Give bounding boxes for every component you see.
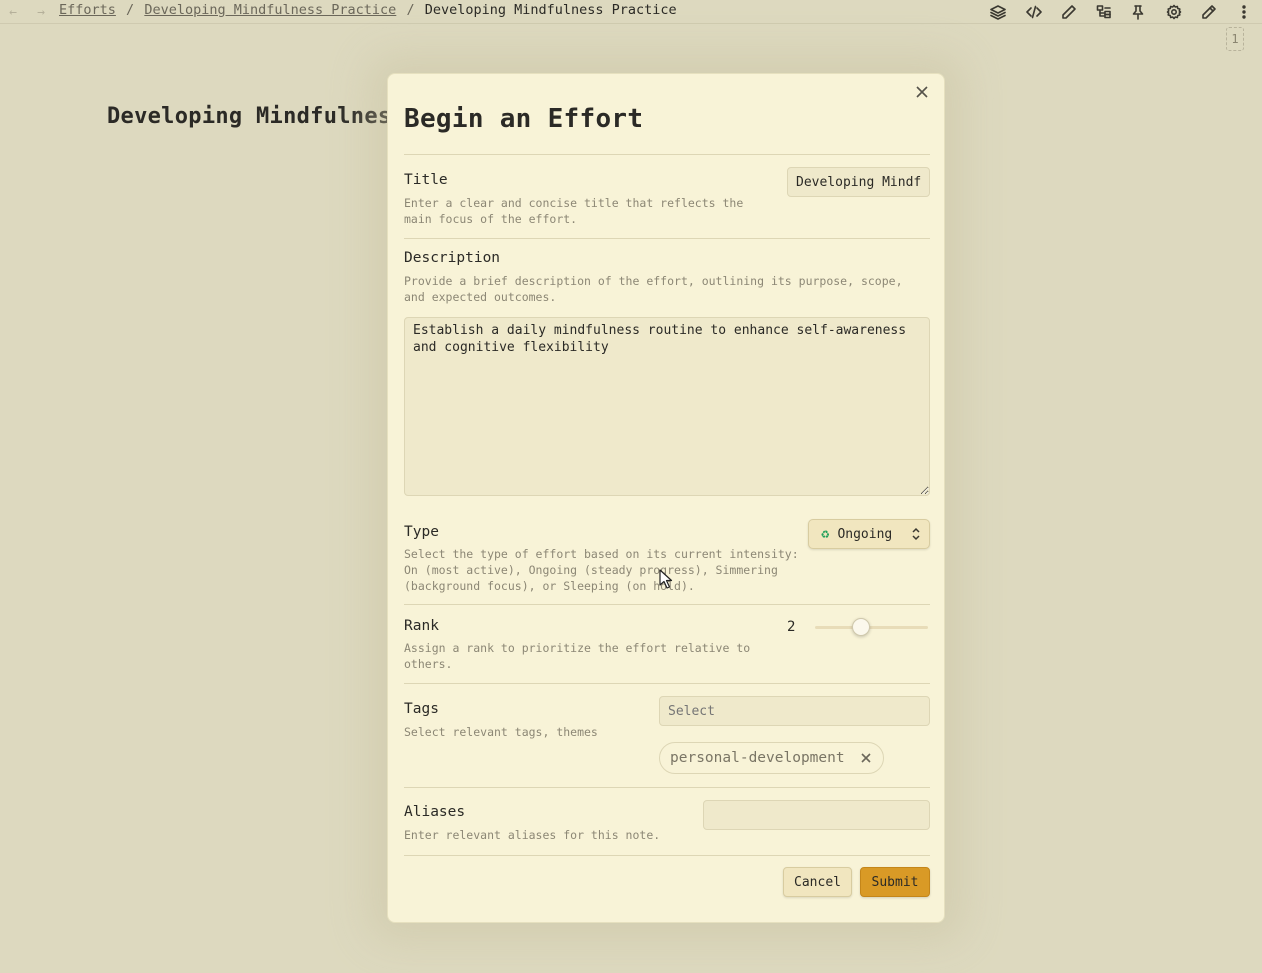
description-help: Provide a brief description of the effor…: [404, 274, 903, 304]
pencil-icon[interactable]: [1058, 1, 1080, 23]
more-vertical-icon[interactable]: [1233, 1, 1255, 23]
tag-label: personal-development: [670, 750, 845, 766]
title-description: Enter a clear and concise title that ref…: [404, 196, 744, 226]
tags-description: Select relevant tags, themes: [404, 725, 598, 739]
modal-title: Begin an Effort: [404, 104, 644, 134]
tag-pill: personal-development: [659, 742, 884, 774]
close-icon[interactable]: [912, 82, 932, 102]
top-bar: ← → Efforts / Developing Mindfulness Pra…: [0, 0, 1262, 24]
tags-label: Tags: [404, 701, 439, 717]
breadcrumb: Efforts / Developing Mindfulness Practic…: [59, 2, 677, 18]
back-arrow-icon[interactable]: ←: [3, 2, 23, 22]
divider: [404, 787, 930, 788]
page-counter: 1: [1226, 27, 1244, 51]
aliases-input[interactable]: [703, 800, 930, 830]
layers-icon[interactable]: [987, 1, 1009, 23]
mouse-cursor-icon: [659, 569, 673, 589]
breadcrumb-separator: /: [406, 2, 415, 18]
chevron-updown-icon: [911, 527, 921, 541]
description-label: Description: [404, 250, 501, 266]
breadcrumb-link-parent[interactable]: Developing Mindfulness Practice: [144, 2, 396, 18]
title-input[interactable]: [787, 167, 930, 197]
type-select[interactable]: ♻ Ongoing: [808, 519, 930, 549]
divider: [404, 604, 930, 605]
rank-label: Rank: [404, 618, 439, 634]
close-icon[interactable]: [859, 751, 873, 765]
divider: [404, 855, 930, 856]
edit-icon[interactable]: [1198, 1, 1220, 23]
rank-value: 2: [787, 619, 796, 635]
breadcrumb-separator: /: [126, 2, 135, 18]
cancel-button[interactable]: Cancel: [783, 867, 852, 897]
divider: [404, 683, 930, 684]
type-description: Select the type of effort based on its c…: [404, 547, 799, 593]
recycle-icon: ♻: [821, 526, 830, 542]
tree-icon[interactable]: [1093, 1, 1115, 23]
rank-slider[interactable]: [815, 618, 928, 636]
aliases-label: Aliases: [404, 804, 466, 820]
breadcrumb-current: Developing Mindfulness Practice: [424, 2, 677, 18]
breadcrumb-link-efforts[interactable]: Efforts: [59, 2, 116, 18]
gear-icon[interactable]: [1163, 1, 1185, 23]
type-select-value: Ongoing: [837, 526, 893, 542]
aliases-description: Enter relevant aliases for this note.: [404, 828, 661, 842]
background-note-title: Developing Mindfulnes: [107, 104, 392, 129]
begin-effort-modal: Begin an Effort Title Enter a clear and …: [387, 73, 945, 923]
rank-description: Assign a rank to prioritize the effort r…: [404, 641, 751, 671]
type-label: Type: [404, 524, 439, 540]
forward-arrow-icon[interactable]: →: [31, 2, 51, 22]
divider: [404, 238, 930, 239]
description-textarea[interactable]: Establish a daily mindfulness routine to…: [404, 317, 930, 496]
title-label: Title: [404, 172, 448, 188]
divider: [404, 154, 930, 155]
submit-button[interactable]: Submit: [860, 867, 930, 897]
pin-icon[interactable]: [1127, 1, 1149, 23]
rank-slider-thumb[interactable]: [852, 618, 871, 636]
tags-select-input[interactable]: [659, 696, 930, 726]
code-icon[interactable]: [1023, 1, 1045, 23]
